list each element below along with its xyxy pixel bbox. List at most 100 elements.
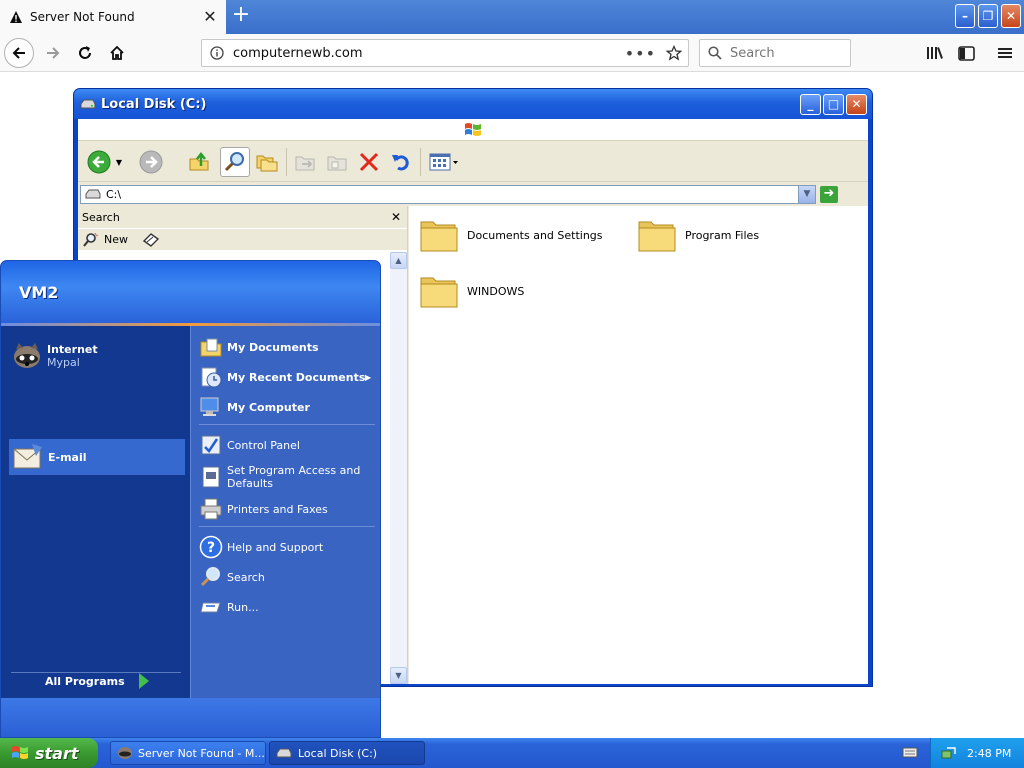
move-to-icon xyxy=(295,156,315,171)
warning-icon xyxy=(9,10,23,24)
my-computer-label: My Computer xyxy=(227,400,310,414)
library-button[interactable] xyxy=(920,38,950,68)
start-menu-header: VM2 xyxy=(1,261,380,325)
search-item[interactable]: Search xyxy=(199,562,265,592)
explorer-close-button[interactable]: ✕ xyxy=(846,94,867,115)
explorer-titlebar[interactable]: Local Disk (C:) _ □ ✕ xyxy=(74,89,872,119)
scroll-down-button[interactable]: ▼ xyxy=(390,667,407,684)
explorer-minimize-button[interactable]: _ xyxy=(800,94,821,115)
arrow-left-icon xyxy=(12,47,25,59)
bookmark-star-icon[interactable] xyxy=(666,45,682,61)
folders-button[interactable] xyxy=(252,147,282,177)
copy-to-icon xyxy=(327,156,347,171)
taskbar-item-explorer[interactable]: Local Disk (C:) xyxy=(269,741,425,765)
forward-button[interactable] xyxy=(136,147,166,177)
pinned-internet[interactable]: Internet Mypal xyxy=(11,338,187,374)
search-toolbar-button[interactable] xyxy=(220,147,250,177)
help-icon: ? xyxy=(199,535,223,559)
home-button[interactable] xyxy=(102,38,132,68)
taskbar-item-browser[interactable]: Server Not Found - M... xyxy=(110,741,266,765)
recent-documents-icon xyxy=(201,367,222,388)
url-text[interactable]: computernewb.com xyxy=(233,46,625,61)
restore-button[interactable]: ❐ xyxy=(978,4,998,28)
clock[interactable]: 2:48 PM xyxy=(967,747,1011,760)
folder-item[interactable]: WINDOWS xyxy=(419,272,524,310)
search-icon xyxy=(200,567,220,587)
taskbar-item-label: Server Not Found - M... xyxy=(138,746,265,760)
minimize-button[interactable]: – xyxy=(955,4,975,28)
pinned-email-label: E-mail xyxy=(48,450,87,464)
raccoon-browser-icon xyxy=(14,343,40,368)
views-button[interactable] xyxy=(426,147,462,177)
up-folder-button[interactable] xyxy=(184,147,214,177)
my-documents-item[interactable]: My Documents xyxy=(199,332,319,362)
close-tab-icon[interactable]: ✕ xyxy=(202,9,218,25)
all-programs-button[interactable]: All Programs xyxy=(45,670,151,692)
search-pane-scrollbar[interactable]: ▲ ▼ xyxy=(390,252,407,684)
my-computer-item[interactable]: My Computer xyxy=(199,392,310,422)
folder-icon xyxy=(420,277,458,308)
search-bar[interactable] xyxy=(699,39,851,67)
my-documents-icon xyxy=(200,338,222,357)
search-input[interactable] xyxy=(730,45,840,61)
reload-button[interactable] xyxy=(70,38,100,68)
run-item[interactable]: Run... xyxy=(199,592,259,622)
hamburger-icon xyxy=(998,48,1012,58)
folder-item[interactable]: Documents and Settings xyxy=(419,216,603,254)
info-icon[interactable] xyxy=(210,46,224,60)
svg-text:?: ? xyxy=(207,540,215,556)
close-pane-icon[interactable]: ✕ xyxy=(391,210,401,224)
all-programs-label: All Programs xyxy=(45,674,125,688)
network-icon[interactable] xyxy=(941,745,957,761)
explorer-title: Local Disk (C:) xyxy=(101,96,207,112)
new-tab-button[interactable]: + xyxy=(230,4,252,28)
scroll-up-button[interactable]: ▲ xyxy=(390,252,407,269)
help-support-item[interactable]: ? Help and Support xyxy=(199,532,323,562)
drive-icon xyxy=(85,189,101,199)
page-actions-icon[interactable]: ••• xyxy=(625,44,656,63)
copy-to-button[interactable] xyxy=(322,147,352,177)
address-dropdown[interactable]: ▼ xyxy=(798,186,815,203)
menu-button[interactable] xyxy=(990,38,1020,68)
browser-tab[interactable]: Server Not Found ✕ xyxy=(0,0,226,34)
new-search-button[interactable]: New xyxy=(82,232,128,248)
search-options-button[interactable] xyxy=(142,232,160,248)
explorer-maximize-button[interactable]: □ xyxy=(823,94,844,115)
start-menu-left-column: Internet Mypal E-mail All Programs xyxy=(1,326,190,698)
control-panel-icon xyxy=(201,435,221,455)
my-computer-icon xyxy=(200,397,219,416)
start-button[interactable]: start xyxy=(0,738,98,768)
address-text[interactable]: C:\ xyxy=(106,188,121,201)
back-arrow-icon xyxy=(87,150,111,174)
address-field[interactable]: C:\ ▼ xyxy=(80,185,816,204)
back-history-dropdown[interactable]: ▼ xyxy=(112,147,126,177)
folders-icon xyxy=(256,155,278,172)
eraser-icon xyxy=(142,232,160,247)
new-search-label: New xyxy=(104,233,128,246)
back-button[interactable] xyxy=(84,147,114,177)
user-name: VM2 xyxy=(19,283,59,302)
move-to-button[interactable] xyxy=(290,147,320,177)
my-recent-documents-item[interactable]: My Recent Documents ▶ xyxy=(199,362,379,392)
undo-icon xyxy=(392,155,409,171)
tab-title: Server Not Found xyxy=(30,10,135,24)
pinned-email[interactable]: E-mail xyxy=(9,439,185,475)
back-button[interactable] xyxy=(4,38,34,68)
go-button[interactable]: ➜ xyxy=(820,186,838,203)
close-window-button[interactable]: ✕ xyxy=(1001,4,1021,28)
printers-faxes-item[interactable]: Printers and Faxes xyxy=(199,494,328,524)
folder-item[interactable]: Program Files xyxy=(637,216,759,254)
submenu-arrow-icon: ▶ xyxy=(365,372,372,382)
control-panel-item[interactable]: Control Panel xyxy=(199,430,300,460)
sidebar-button[interactable] xyxy=(951,38,981,68)
file-list: Documents and Settings Program Files WIN… xyxy=(409,206,868,684)
set-program-access-item[interactable]: Set Program Access and Defaults xyxy=(199,460,375,494)
url-bar[interactable]: computernewb.com ••• xyxy=(201,39,689,67)
undo-button[interactable] xyxy=(386,147,416,177)
delete-button[interactable] xyxy=(354,147,384,177)
forward-button[interactable] xyxy=(38,38,68,68)
all-programs-arrow-icon xyxy=(138,673,149,689)
keyboard-icon[interactable] xyxy=(902,745,918,762)
windows-logo-icon xyxy=(465,123,481,136)
arrow-right-icon xyxy=(47,47,60,59)
